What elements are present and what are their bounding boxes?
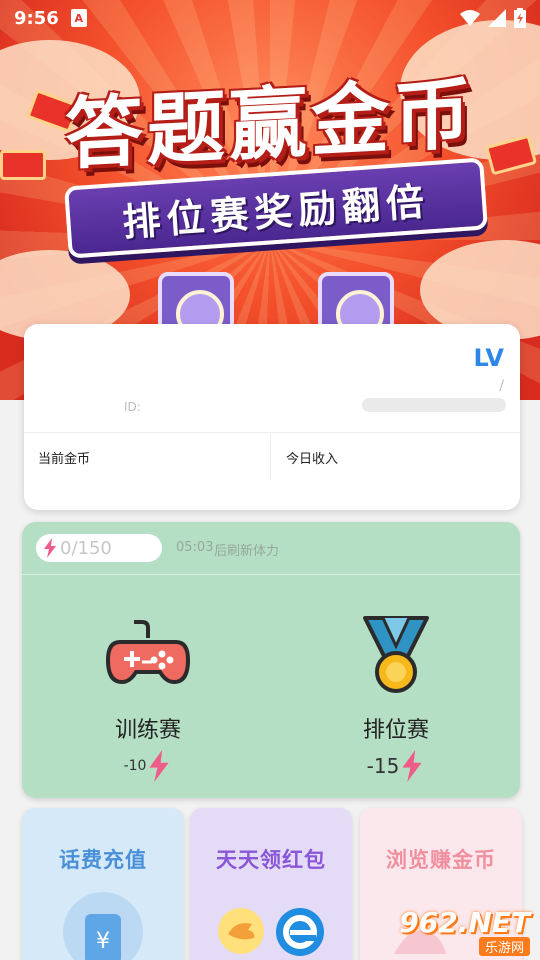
- energy-value: 0/150: [60, 537, 112, 559]
- energy-refresh-text: 后刷新体力: [214, 544, 280, 559]
- level-separator: /: [499, 378, 504, 394]
- signal-icon: [488, 9, 506, 27]
- training-match-label: 训练赛: [114, 718, 181, 743]
- gamepad-icon: [106, 620, 190, 685]
- level-progress-bar: [362, 398, 506, 412]
- ranked-match-label: 排位赛: [362, 718, 429, 743]
- red-packet-icon: [218, 908, 264, 954]
- ranked-match-button[interactable]: 排位赛 -15: [306, 614, 486, 782]
- wifi-icon: [460, 10, 480, 26]
- phone-recharge-icon: ¥: [63, 892, 143, 960]
- cost-value: -10: [123, 758, 147, 774]
- browser-e-icon: [276, 908, 324, 956]
- user-info-card: LV / ID: 当前金币 今日收入: [24, 324, 520, 510]
- medal-icon: [363, 616, 429, 693]
- daily-red-packet-card[interactable]: 天天领红包: [190, 808, 352, 960]
- divider: [24, 432, 520, 433]
- status-icons: [460, 8, 526, 28]
- current-coins-label: 当前金币: [38, 452, 91, 467]
- status-time: 9:56: [14, 7, 59, 29]
- training-match-cost: -10: [58, 750, 238, 782]
- cost-value: -15: [366, 754, 400, 778]
- site-watermark: 962.NET 乐游网: [399, 906, 530, 956]
- divider: [270, 432, 271, 480]
- banner-subtitle: 排位赛奖励翻倍: [121, 178, 432, 245]
- phone-recharge-label: 话费充值: [59, 848, 147, 872]
- game-mode-panel: 0/150 05:03 后刷新体力 训练赛 -10 排位赛 -15: [22, 522, 520, 798]
- phone-recharge-card[interactable]: 话费充值 ¥: [22, 808, 184, 960]
- lightning-icon: [402, 750, 422, 782]
- browse-earn-coins-label: 浏览赚金币: [386, 848, 496, 872]
- battery-icon: [514, 8, 526, 28]
- today-income-label: 今日收入: [286, 452, 339, 467]
- app-notification-icon: A: [70, 9, 87, 27]
- training-match-button[interactable]: 训练赛 -10: [58, 614, 238, 782]
- energy-indicator: 0/150: [36, 534, 162, 562]
- energy-refresh-time: 05:03: [176, 540, 214, 555]
- watermark-logo: 962.NET: [399, 906, 530, 939]
- daily-red-packet-label: 天天领红包: [216, 848, 326, 872]
- lightning-icon: [149, 750, 170, 782]
- level-label: LV: [473, 344, 504, 372]
- divider: [22, 574, 520, 575]
- status-bar: 9:56 A: [0, 0, 540, 36]
- lightning-icon: [44, 538, 56, 558]
- ranked-match-cost: -15: [306, 750, 486, 782]
- svg-text:¥: ¥: [96, 929, 110, 954]
- watermark-subtitle: 乐游网: [478, 937, 530, 956]
- user-id-label: ID:: [124, 400, 141, 414]
